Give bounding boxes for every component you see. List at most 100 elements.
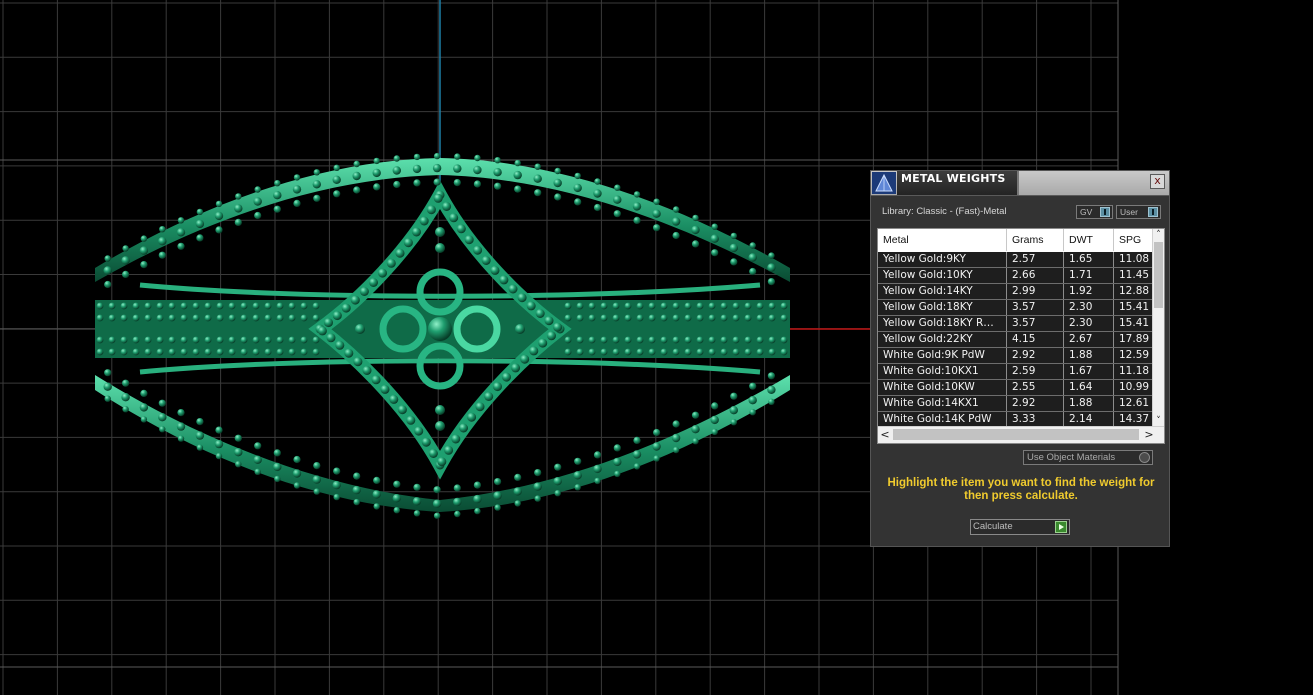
- bead: [508, 284, 518, 294]
- bead: [96, 348, 104, 356]
- bead: [632, 450, 642, 459]
- table-row[interactable]: Yellow Gold:9KY 2.57 1.65 11.08: [878, 252, 1154, 268]
- bead: [264, 314, 272, 322]
- gv-toggle[interactable]: GV: [1076, 205, 1113, 219]
- user-toggle[interactable]: User: [1116, 205, 1161, 219]
- ring-model[interactable]: [95, 152, 790, 519]
- bead: [216, 336, 224, 344]
- bead: [313, 194, 321, 202]
- bead: [389, 394, 399, 404]
- bead: [612, 336, 620, 344]
- horizontal-scrollbar[interactable]: < >: [878, 426, 1164, 443]
- library-label: Library: Classic - (Fast)-Metal: [882, 206, 1007, 217]
- grams-cell: 2.92: [1007, 396, 1064, 411]
- bead: [352, 485, 361, 495]
- bead: [168, 302, 176, 310]
- grams-cell: 2.55: [1007, 380, 1064, 395]
- scroll-up-icon[interactable]: ˄: [1153, 229, 1164, 241]
- bead: [453, 484, 461, 492]
- bead: [96, 314, 104, 322]
- scroll-right-icon[interactable]: >: [1142, 427, 1156, 443]
- dwt-cell: 1.88: [1064, 348, 1114, 363]
- bead: [672, 348, 680, 356]
- bead: [768, 302, 776, 310]
- radio-icon[interactable]: [1139, 452, 1150, 463]
- bead: [732, 302, 740, 310]
- vertical-scroll-thumb[interactable]: [1154, 242, 1163, 308]
- bead: [120, 302, 128, 310]
- table-row[interactable]: Yellow Gold:18KY 3.57 2.30 15.41: [878, 300, 1154, 316]
- bead: [234, 204, 243, 213]
- bead: [614, 470, 621, 478]
- bead: [490, 265, 500, 275]
- metal-weights-panel: METAL WEIGHTS x Library: Classic - (Fast…: [870, 170, 1170, 547]
- bead: [653, 224, 661, 232]
- bead: [144, 302, 152, 310]
- bead: [708, 302, 716, 310]
- bead: [600, 336, 608, 344]
- table-row[interactable]: White Gold:9K PdW 2.92 1.88 12.59: [878, 348, 1154, 364]
- table-row[interactable]: White Gold:10KW 2.55 1.64 10.99: [878, 380, 1154, 396]
- use-object-materials-toggle[interactable]: Use Object Materials: [1023, 450, 1153, 465]
- table-row[interactable]: Yellow Gold:10KY 2.66 1.71 11.45: [878, 268, 1154, 284]
- horizontal-scroll-thumb[interactable]: [893, 429, 1139, 440]
- metal-cell: Yellow Gold:22KY: [878, 332, 1007, 347]
- metal-cell: White Gold:10KW: [878, 380, 1007, 395]
- bead: [711, 402, 719, 410]
- table-row[interactable]: Yellow Gold:14KY 2.99 1.92 12.88: [878, 284, 1154, 300]
- bead: [393, 180, 401, 189]
- bead: [744, 302, 752, 310]
- bead: [140, 235, 148, 242]
- bead: [768, 314, 776, 322]
- column-header-metal[interactable]: Metal: [878, 229, 1007, 251]
- bead: [464, 235, 474, 245]
- bead: [373, 476, 381, 484]
- bead: [633, 436, 641, 444]
- bead: [234, 448, 243, 457]
- bead: [767, 263, 776, 272]
- bead: [216, 314, 224, 322]
- bead: [696, 348, 704, 356]
- bead: [576, 314, 584, 322]
- bead: [451, 434, 461, 444]
- bead: [159, 426, 166, 433]
- bead: [312, 348, 320, 356]
- column-header-dwt[interactable]: DWT: [1064, 229, 1114, 251]
- table-row[interactable]: Yellow Gold:22KY 4.15 2.67 17.89: [878, 332, 1154, 348]
- table-row[interactable]: White Gold:14KX1 2.92 1.88 12.61: [878, 396, 1154, 412]
- bead: [684, 302, 692, 310]
- vertical-scrollbar[interactable]: ˄ ˅: [1152, 229, 1164, 427]
- calculate-button[interactable]: Calculate: [970, 519, 1070, 535]
- bead: [288, 348, 296, 356]
- bead: [691, 240, 700, 248]
- pyramid-logo-icon: [872, 172, 896, 194]
- bead: [780, 348, 788, 356]
- bead: [708, 314, 716, 322]
- bead: [234, 218, 242, 226]
- bead: [419, 216, 429, 226]
- bead: [240, 302, 248, 310]
- column-header-grams[interactable]: Grams: [1007, 229, 1064, 251]
- bead: [613, 210, 621, 218]
- bead: [362, 366, 372, 375]
- bead: [435, 405, 445, 415]
- scroll-left-icon[interactable]: <: [878, 427, 892, 443]
- bead: [158, 251, 166, 259]
- column-header-spg[interactable]: SPG: [1114, 229, 1154, 251]
- bead: [710, 415, 719, 425]
- bead: [352, 171, 361, 181]
- bead: [254, 468, 261, 475]
- bead: [177, 217, 185, 224]
- panel-titlebar[interactable]: METAL WEIGHTS x: [871, 171, 1169, 196]
- user-toggle-label: User: [1120, 207, 1138, 217]
- bead: [177, 409, 185, 417]
- bead: [720, 302, 728, 310]
- close-button[interactable]: x: [1150, 174, 1165, 189]
- table-row[interactable]: White Gold:10KX1 2.59 1.67 11.18: [878, 364, 1154, 380]
- bead: [732, 336, 740, 344]
- bead: [732, 314, 740, 322]
- play-arrow-icon: [1055, 521, 1067, 533]
- bead: [684, 348, 692, 356]
- table-row[interactable]: Yellow Gold:18KY R… 3.57 2.30 15.41: [878, 316, 1154, 332]
- bead: [449, 213, 459, 223]
